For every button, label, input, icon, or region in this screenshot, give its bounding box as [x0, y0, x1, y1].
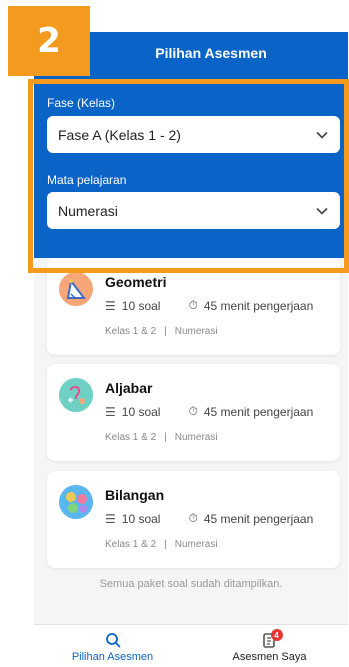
chevron-down-icon — [316, 131, 328, 139]
card-tags: Kelas 1 & 2 | Numerasi — [105, 326, 218, 337]
question-count: 10 soal — [121, 404, 161, 419]
algebra-icon — [59, 378, 93, 412]
assessment-card-geometri[interactable]: Geometri ☰ 10 soal ⏱ 45 menit pengerjaan… — [47, 258, 340, 355]
card-title: Geometri — [105, 274, 167, 290]
card-tags: Kelas 1 & 2 | Numerasi — [105, 539, 218, 550]
card-title: Bilangan — [105, 487, 165, 503]
card-meta: ☰ 10 soal ⏱ 45 menit pengerjaan — [105, 511, 313, 526]
list-icon: ☰ — [105, 298, 116, 313]
app-screen: 2 Pilihan Asesmen Fase (Kelas) Fase A (K… — [0, 0, 349, 667]
tag-separator: | — [164, 539, 167, 550]
card-tags: Kelas 1 & 2 | Numerasi — [105, 432, 218, 443]
assessment-card-aljabar[interactable]: Aljabar ☰ 10 soal ⏱ 45 menit pengerjaan … — [47, 364, 340, 461]
phase-select[interactable]: Fase A (Kelas 1 - 2) — [47, 116, 340, 153]
grade-tag: Kelas 1 & 2 — [105, 539, 157, 550]
timer-icon: ⏱ — [188, 298, 198, 312]
subject-tag: Numerasi — [174, 432, 218, 443]
page-title: Pilihan Asesmen — [155, 45, 267, 61]
assessment-card-bilangan[interactable]: Bilangan ☰ 10 soal ⏱ 45 menit pengerjaan… — [47, 471, 340, 568]
bottom-navigation: Pilihan Asesmen 4 Asesmen Saya — [34, 624, 348, 667]
duration: 45 menit pengerjaan — [203, 511, 314, 526]
nav-label: Asesmen Saya — [232, 651, 307, 663]
filter-panel: Fase (Kelas) Fase A (Kelas 1 - 2) Mata p… — [34, 74, 348, 258]
subject-tag: Numerasi — [174, 539, 218, 550]
timer-icon: ⏱ — [188, 511, 198, 525]
list-icon: ☰ — [105, 404, 116, 419]
subject-select[interactable]: Numerasi — [47, 192, 340, 229]
phase-select-value: Fase A (Kelas 1 - 2) — [58, 126, 181, 143]
card-title: Aljabar — [105, 380, 153, 396]
nav-item-pilihan-asesmen[interactable]: Pilihan Asesmen — [34, 625, 191, 667]
numbers-icon — [59, 485, 93, 519]
tag-separator: | — [164, 432, 167, 443]
grade-tag: Kelas 1 & 2 — [105, 326, 157, 337]
question-count: 10 soal — [121, 298, 161, 313]
notification-badge: 4 — [270, 629, 283, 641]
end-of-list-note: Semua paket soal sudah ditampilkan. — [99, 578, 283, 590]
card-meta: ☰ 10 soal ⏱ 45 menit pengerjaan — [105, 404, 313, 419]
nav-item-asesmen-saya[interactable]: 4 Asesmen Saya — [191, 625, 348, 667]
duration: 45 menit pengerjaan — [203, 298, 314, 313]
duration: 45 menit pengerjaan — [203, 404, 314, 419]
subject-tag: Numerasi — [174, 326, 218, 337]
card-meta: ☰ 10 soal ⏱ 45 menit pengerjaan — [105, 298, 313, 313]
nav-label: Pilihan Asesmen — [71, 651, 154, 663]
phase-label: Fase (Kelas) — [47, 96, 116, 110]
tag-separator: | — [164, 326, 167, 337]
geometry-icon — [59, 272, 93, 306]
chevron-down-icon — [316, 207, 328, 215]
step-number-badge: 2 — [8, 6, 90, 76]
search-icon — [105, 633, 120, 648]
question-count: 10 soal — [121, 511, 161, 526]
subject-select-value: Numerasi — [58, 202, 118, 219]
grade-tag: Kelas 1 & 2 — [105, 432, 157, 443]
timer-icon: ⏱ — [188, 404, 198, 418]
assessment-list: Geometri ☰ 10 soal ⏱ 45 menit pengerjaan… — [34, 258, 348, 624]
subject-label: Mata pelajaran — [47, 173, 127, 187]
list-icon: ☰ — [105, 511, 116, 526]
